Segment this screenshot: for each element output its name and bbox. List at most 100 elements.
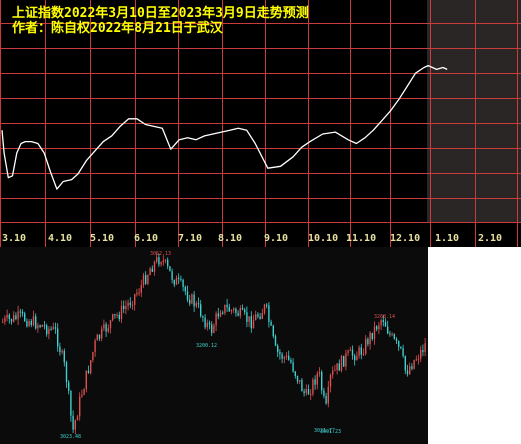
candle-body [272,325,274,337]
candle-body [94,340,96,353]
candle-body [79,396,81,417]
candle-body [125,306,127,309]
candle-body [395,338,398,342]
candle-body [136,292,138,295]
candle-body [202,316,204,318]
candle-body [387,326,389,334]
candle-body [402,348,404,356]
candle-body [90,360,92,374]
candle-body [4,317,6,322]
candle-body [92,352,94,361]
candle-body [24,313,26,322]
candle-body [358,347,360,356]
candle-body [26,321,28,327]
candle-body [373,326,376,339]
candle-body [169,266,171,272]
candle-body [70,390,72,416]
candle-body [380,320,382,326]
candle-body [129,302,131,305]
candle-body [206,322,208,328]
candle-body [369,332,371,345]
candle-body [96,334,98,341]
candle-body [158,257,160,265]
candle-body [365,339,367,354]
candle-body [224,304,226,314]
candle-body [389,333,391,335]
x-tick-label: 10.10 [308,233,338,244]
candle-body [156,257,158,262]
candle-body [349,349,351,351]
x-tick-label: 12.10 [390,233,420,244]
price-annotation: 3268.14 [374,314,395,320]
candle-body [208,322,211,325]
candle-body [376,326,378,330]
x-tick-label: 6.10 [134,233,158,244]
candle-body [411,366,413,369]
candle-body [230,310,233,312]
candle-body [109,320,112,329]
candle-body [98,334,101,339]
candle-body [204,317,206,328]
candle-body [175,277,178,285]
candle-body [215,313,217,326]
candle-body [241,308,244,310]
candle-body [327,386,329,404]
x-tick-label: 4.10 [48,233,72,244]
candle-body [131,304,134,306]
candle-body [182,279,184,287]
candle-body [76,416,79,421]
candle-body [39,325,41,327]
candle-body [127,302,129,307]
candle-body [10,318,13,322]
candle-body [257,314,259,317]
candle-body [41,325,43,327]
candle-body [296,375,299,382]
candle-body [279,352,281,355]
candle-body [244,309,246,313]
candle-body [362,353,365,355]
candle-body [178,277,180,279]
candle-body [332,370,334,375]
x-tick-label: 7.10 [178,233,202,244]
forecast-chart-panel: 3.10 4.10 5.10 6.10 7.10 8.10 9.10 10.10 11.10 12… [0,0,521,247]
candle-body [30,321,32,326]
candle-body [415,359,417,361]
candle-body [347,350,349,354]
candle-body [378,325,380,330]
candle-body [338,363,340,371]
candle-body [145,275,147,284]
x-tick-label: 8.10 [218,233,242,244]
candle-body [283,357,285,359]
candle-body [101,328,103,339]
candle-body [180,278,182,280]
candle-body [356,355,358,361]
candle-body [116,314,118,316]
candle-body [294,371,296,376]
candle-body [343,355,345,367]
candle-body [219,312,222,317]
candle-body [252,320,255,329]
candle-body [164,259,167,261]
candle-body [237,313,239,316]
candlestick-chart-svg: 3023.483052.133200.123268.143021.773001.… [2,251,426,440]
candle-body [255,314,257,321]
candle-body [15,315,17,320]
candle-body [384,322,387,327]
candle-body [171,271,173,280]
candle-body [160,262,162,265]
candle-body [13,315,15,322]
candle-body [351,349,354,356]
candle-body [189,299,191,304]
candle-body [246,312,248,322]
candle-body [371,332,373,339]
candle-body [6,314,8,318]
candle-body [354,355,356,361]
candle-body [329,374,332,387]
candle-body [35,316,37,329]
candle-body [103,324,105,329]
candle-body [325,395,327,404]
candle-body [19,311,21,313]
candle-body [167,259,169,267]
candle-body [105,324,107,332]
candle-body [57,328,59,347]
